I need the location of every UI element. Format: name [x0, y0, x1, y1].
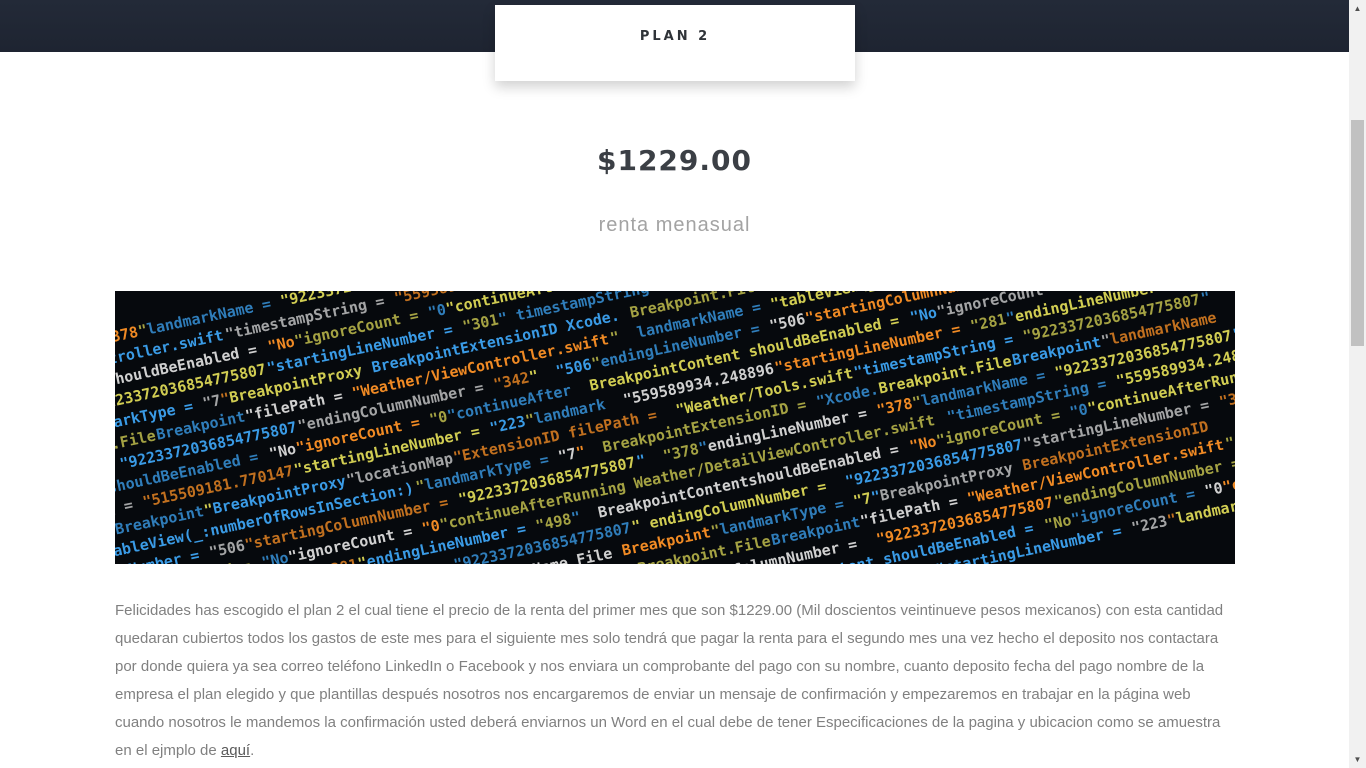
code-fragment: "No: [908, 432, 938, 455]
example-link[interactable]: aquí: [221, 742, 250, 759]
code-fragment: ": [635, 451, 648, 470]
code-fragment: ": [1199, 291, 1212, 308]
code-fragment: ": [609, 328, 622, 347]
scrollbar-thumb[interactable]: [1351, 120, 1364, 346]
plan-tab-label: PLAN 2: [639, 29, 711, 44]
page-scrollbar[interactable]: ▲ ▼: [1349, 0, 1366, 768]
code-fragment: "No: [908, 303, 938, 326]
code-fragment: "No: [1043, 511, 1073, 534]
code-fragment: "223: [1130, 512, 1169, 537]
description-end: .: [250, 742, 255, 759]
code-fragment: ": [1224, 433, 1235, 452]
plan-tab: PLAN 2: [495, 5, 855, 81]
code-screenshot-graphic: "378"endingLineNumber = "378"landmarkNam…: [115, 291, 1235, 564]
description-text: Felicidades has escogido el plan 2 el cu…: [115, 602, 1224, 759]
code-fragment: "No: [260, 548, 290, 564]
scroll-up-arrow-icon[interactable]: ▲: [1349, 0, 1366, 17]
hero-image: "378"endingLineNumber = "378"landmarkNam…: [115, 291, 1235, 564]
code-fragment: "No: [266, 332, 296, 355]
code-fragment: "No: [267, 439, 297, 462]
plan-price: $1229.00: [596, 144, 752, 177]
plan-description: Felicidades has escogido el plan 2 el cu…: [115, 597, 1235, 765]
scroll-down-arrow-icon[interactable]: ▼: [1349, 751, 1366, 768]
plan-subtitle: renta menasual: [598, 214, 751, 236]
